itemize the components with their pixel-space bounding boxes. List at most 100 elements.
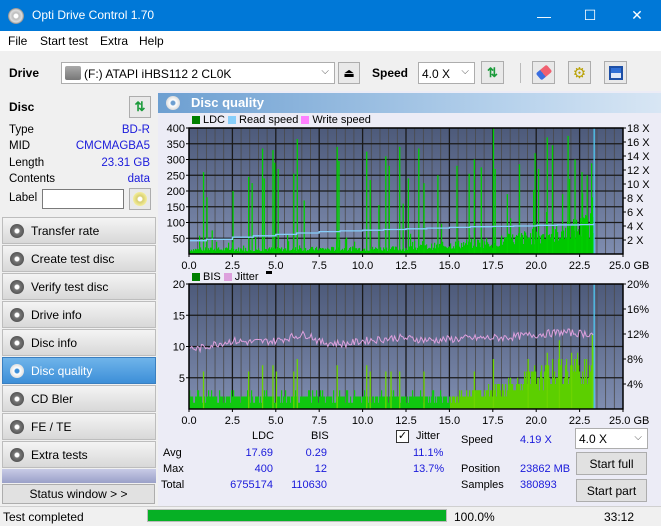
write-speed-swatch bbox=[301, 116, 310, 124]
type-value: BD-R bbox=[121, 124, 150, 136]
stats-max-jitter: 13.7% bbox=[413, 463, 445, 475]
nav-transfer-rate[interactable]: Transfer rate bbox=[2, 217, 156, 244]
nav-create-test-disc[interactable]: Create test disc bbox=[2, 245, 156, 272]
eject-button[interactable]: ⏏ bbox=[338, 62, 360, 84]
nav-verify-test-disc[interactable]: Verify test disc bbox=[2, 273, 156, 300]
disc-header-label: Disc bbox=[9, 100, 35, 114]
settings-icon: ⚙ bbox=[572, 64, 587, 82]
nav-label: Extra tests bbox=[31, 448, 88, 462]
nav-label: CD Bler bbox=[31, 392, 74, 406]
disc-info-icon bbox=[10, 336, 24, 350]
stats-total-label: Total bbox=[161, 479, 185, 491]
disc-refresh-button[interactable]: ⇅ bbox=[129, 96, 151, 118]
main-title: Disc quality bbox=[191, 95, 264, 110]
extra-tests-icon bbox=[10, 448, 24, 462]
mid-key: MID bbox=[9, 140, 31, 152]
drive-select-value: (F:) ATAPI iHBS112 2 CL0K bbox=[84, 67, 232, 81]
disc-quality-icon bbox=[166, 96, 180, 110]
length-key: Length bbox=[9, 157, 45, 169]
disc-label-input[interactable] bbox=[42, 189, 124, 209]
menu-help[interactable]: Help bbox=[139, 34, 164, 48]
label-key: Label bbox=[9, 192, 38, 204]
verify-disc-icon bbox=[10, 280, 24, 294]
disc-icon bbox=[133, 192, 147, 206]
bis-legend: BIS Jitter bbox=[192, 270, 272, 283]
create-disc-icon bbox=[10, 252, 24, 266]
cd-bler-icon bbox=[10, 392, 24, 406]
nav-disc-quality[interactable]: Disc quality bbox=[2, 357, 156, 384]
nav-label: FE / TE bbox=[31, 420, 72, 434]
toolbar-divider bbox=[520, 63, 521, 83]
nav-label: Disc info bbox=[31, 336, 78, 350]
elapsed-time: 33:12 bbox=[604, 510, 635, 524]
ldc-legend: LDC Read speed Write speed bbox=[192, 114, 371, 126]
drive-icon bbox=[65, 66, 81, 80]
nav-cd-bler[interactable]: CD Bler bbox=[2, 385, 156, 412]
legend-marker bbox=[265, 270, 272, 274]
bis-swatch bbox=[192, 273, 200, 281]
stats-col-ldc: LDC bbox=[252, 430, 275, 442]
nav-spacer bbox=[2, 469, 156, 483]
sidebar: Disc ⇅ Type BD-R MID CMCMAGBA5 Length 23… bbox=[0, 91, 158, 506]
test-speed-select[interactable]: 4.0 X ⌵ bbox=[575, 428, 648, 449]
eraser-icon bbox=[535, 64, 552, 81]
length-value: 23.31 GB bbox=[101, 157, 150, 169]
stats-total-bis: 110630 bbox=[291, 479, 327, 491]
menu-start-test[interactable]: Start test bbox=[40, 34, 88, 48]
type-key: Type bbox=[9, 124, 34, 136]
status-window-button[interactable]: Status window > > bbox=[2, 484, 155, 504]
nav-label: Drive info bbox=[31, 308, 82, 322]
nav-disc-info[interactable]: Disc info bbox=[2, 329, 156, 356]
jitter-checkbox[interactable]: ✓ bbox=[396, 430, 409, 443]
nav-label: Create test disc bbox=[31, 252, 115, 266]
drive-label: Drive bbox=[9, 66, 40, 80]
nav-fe-te[interactable]: FE / TE bbox=[2, 413, 156, 440]
stats-avg-jitter: 11.1% bbox=[413, 447, 444, 459]
start-full-button[interactable]: Start full bbox=[576, 452, 647, 475]
speed-select[interactable]: 4.0 X ⌵ bbox=[418, 62, 475, 84]
disc-panel-header: Disc ⇅ bbox=[2, 93, 156, 120]
disc-info-panel: Type BD-R MID CMCMAGBA5 Length 23.31 GB … bbox=[2, 120, 156, 212]
start-part-button[interactable]: Start part bbox=[576, 479, 647, 502]
progress-fill bbox=[148, 510, 446, 521]
main-header: Disc quality bbox=[158, 93, 661, 113]
erase-button[interactable] bbox=[532, 61, 555, 84]
samples-label: Samples bbox=[461, 479, 504, 491]
samples-value: 380893 bbox=[520, 479, 557, 491]
stats-max-label: Max bbox=[163, 463, 184, 475]
disc-quality-icon bbox=[10, 364, 24, 378]
stats-avg-bis: 0.29 bbox=[305, 447, 327, 459]
legend-bis: BIS bbox=[203, 271, 221, 283]
minimize-button[interactable]: — bbox=[521, 0, 567, 31]
progress-text: 100.0% bbox=[454, 510, 495, 524]
test-speed-value: 4.0 X bbox=[579, 432, 608, 446]
drive-select[interactable]: (F:) ATAPI iHBS112 2 CL0K ⌵ bbox=[61, 62, 335, 84]
stats-total-ldc: 6755174 bbox=[230, 479, 273, 491]
disc-label-button[interactable] bbox=[129, 188, 151, 210]
close-button[interactable]: ✕ bbox=[614, 0, 660, 31]
maximize-button[interactable]: ☐ bbox=[567, 0, 613, 31]
drive-info-icon bbox=[10, 308, 24, 322]
stats-col-bis: BIS bbox=[311, 430, 329, 442]
nav-label: Verify test disc bbox=[31, 280, 109, 294]
save-button[interactable] bbox=[604, 61, 627, 84]
chevron-down-icon: ⌵ bbox=[461, 66, 469, 77]
menu-extra[interactable]: Extra bbox=[100, 34, 128, 48]
speed-label: Speed bbox=[461, 434, 493, 446]
progress-bar bbox=[147, 509, 447, 522]
refresh-button[interactable]: ⇅ bbox=[481, 61, 504, 84]
refresh-icon: ⇅ bbox=[487, 64, 498, 80]
settings-button[interactable]: ⚙ bbox=[568, 61, 591, 84]
toolbar: Drive (F:) ATAPI iHBS112 2 CL0K ⌵ ⏏ Spee… bbox=[0, 51, 661, 91]
menu-file[interactable]: File bbox=[8, 34, 27, 48]
mid-value: CMCMAGBA5 bbox=[75, 140, 150, 152]
save-icon bbox=[608, 65, 623, 80]
nav-drive-info[interactable]: Drive info bbox=[2, 301, 156, 328]
transfer-rate-icon bbox=[10, 224, 24, 238]
app-disc-icon bbox=[8, 8, 24, 24]
legend-ldc: LDC bbox=[203, 114, 226, 126]
status-text: Test completed bbox=[3, 510, 84, 524]
stats-max-bis: 12 bbox=[314, 463, 327, 475]
ldc-swatch bbox=[192, 116, 200, 124]
nav-extra-tests[interactable]: Extra tests bbox=[2, 441, 156, 468]
